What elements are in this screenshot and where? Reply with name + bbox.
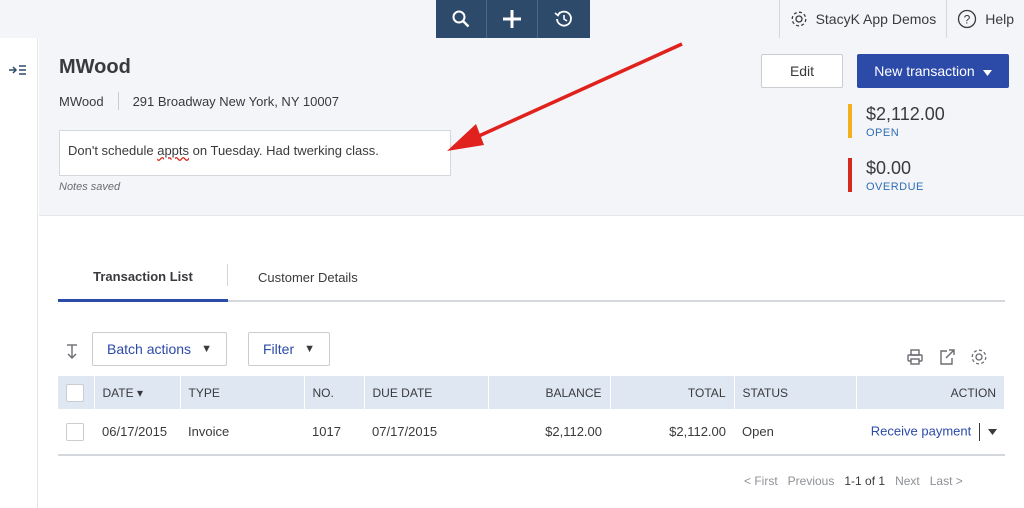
cell-balance: $2,112.00: [488, 409, 610, 456]
table-tools: [906, 348, 988, 371]
row-select: [58, 409, 94, 456]
table-row[interactable]: 06/17/2015 Invoice 1017 07/17/2015 $2,11…: [58, 409, 1005, 456]
col-no[interactable]: NO.: [304, 376, 365, 409]
batch-actions-dropdown[interactable]: Batch actions ▼: [92, 332, 227, 366]
search-icon[interactable]: [436, 0, 487, 38]
company-menu[interactable]: StacyK App Demos: [778, 0, 947, 38]
caret-down-icon: [982, 63, 992, 79]
divider: [978, 422, 980, 441]
table-header-row: DATE ▾ TYPE NO. DUE DATE BALANCE TOTAL S…: [58, 376, 1005, 409]
customer-tabs: Transaction List Customer Details: [58, 254, 1005, 302]
filter-dropdown[interactable]: Filter ▼: [248, 332, 331, 366]
tab-transaction-list[interactable]: Transaction List: [58, 254, 228, 302]
open-indicator-bar: [848, 104, 852, 138]
customer-notes-field[interactable]: Don't schedule appts on Tuesday. Had twe…: [59, 130, 451, 176]
customer-info: MWood 291 Broadway New York, NY 10007: [59, 92, 339, 110]
new-transaction-button[interactable]: New transaction: [857, 54, 1009, 88]
cell-status: Open: [734, 409, 856, 456]
sort-icon[interactable]: [66, 344, 78, 365]
col-date[interactable]: DATE ▾: [94, 376, 181, 409]
edit-button[interactable]: Edit: [761, 54, 843, 88]
page-range: 1-1 of 1: [844, 474, 886, 488]
transaction-table: DATE ▾ TYPE NO. DUE DATE BALANCE TOTAL S…: [58, 376, 1005, 456]
col-type[interactable]: TYPE: [180, 376, 305, 409]
left-rail: [0, 38, 38, 508]
new-transaction-label: New transaction: [874, 63, 975, 79]
cell-due-date: 07/17/2015: [364, 409, 488, 456]
cell-date: 06/17/2015: [94, 409, 180, 456]
note-text-misspelled: appts: [157, 143, 190, 158]
last-page-link[interactable]: Last >: [930, 474, 963, 488]
export-icon[interactable]: [938, 348, 956, 371]
cell-action: Receive payment: [856, 409, 1005, 456]
gear-icon: [791, 11, 807, 27]
overdue-indicator-bar: [848, 158, 852, 192]
customer-company: MWood: [59, 93, 104, 109]
expand-menu-icon[interactable]: [9, 64, 27, 79]
notes-saved-status: Notes saved: [59, 181, 121, 193]
previous-page-link[interactable]: Previous: [788, 474, 835, 488]
help-label: Help: [985, 11, 1014, 27]
overdue-amount: $0.00: [866, 158, 912, 178]
plus-icon[interactable]: [487, 0, 538, 38]
filter-label: Filter: [263, 341, 295, 357]
first-page-link[interactable]: < First: [744, 474, 778, 488]
caret-down-icon: ▼: [304, 343, 316, 355]
customer-header: MWood MWood 291 Broadway New York, NY 10…: [39, 38, 1024, 216]
note-text-end: on Tuesday. Had twerking class.: [189, 143, 379, 158]
open-amount: $2,112.00: [866, 104, 945, 124]
open-label: OPEN: [866, 127, 900, 139]
history-icon[interactable]: [538, 0, 589, 38]
caret-down-icon: ▼: [201, 343, 212, 355]
select-all-header: [58, 376, 95, 409]
print-icon[interactable]: [906, 348, 924, 371]
col-due-date[interactable]: DUE DATE: [364, 376, 489, 409]
customer-address: 291 Broadway New York, NY 10007: [132, 93, 340, 109]
help-button[interactable]: ? Help: [946, 0, 1024, 38]
svg-text:?: ?: [964, 13, 971, 27]
overdue-summary[interactable]: $0.00 OVERDUE: [848, 158, 924, 194]
top-bar: StacyK App Demos ? Help: [0, 0, 1024, 38]
note-text-start: Don't schedule: [68, 143, 158, 158]
next-page-link[interactable]: Next: [895, 474, 920, 488]
pagination: < First Previous 1-1 of 1 Next Last >: [744, 474, 963, 488]
quick-tools: [436, 0, 590, 38]
row-checkbox[interactable]: [66, 422, 84, 441]
open-summary[interactable]: $2,112.00 OPEN: [848, 104, 945, 140]
col-action: ACTION: [856, 376, 1005, 409]
select-all-checkbox[interactable]: [66, 383, 84, 402]
help-icon: ?: [958, 9, 977, 29]
cell-total: $2,112.00: [610, 409, 734, 456]
top-right-menu: StacyK App Demos ? Help: [778, 0, 1024, 38]
tab-customer-details[interactable]: Customer Details: [228, 254, 388, 300]
divider: [117, 92, 119, 110]
col-status[interactable]: STATUS: [734, 376, 857, 409]
action-dropdown-icon[interactable]: [987, 423, 997, 438]
col-total[interactable]: TOTAL: [610, 376, 735, 409]
receive-payment-link[interactable]: Receive payment: [871, 423, 971, 438]
batch-actions-label: Batch actions: [107, 341, 192, 357]
overdue-label: OVERDUE: [866, 181, 924, 193]
col-balance[interactable]: BALANCE: [488, 376, 611, 409]
cell-type: Invoice: [180, 409, 304, 456]
customer-name: MWood: [59, 56, 131, 78]
company-label: StacyK App Demos: [815, 11, 937, 27]
settings-gear-icon[interactable]: [970, 348, 988, 371]
cell-no: 1017: [304, 409, 364, 456]
